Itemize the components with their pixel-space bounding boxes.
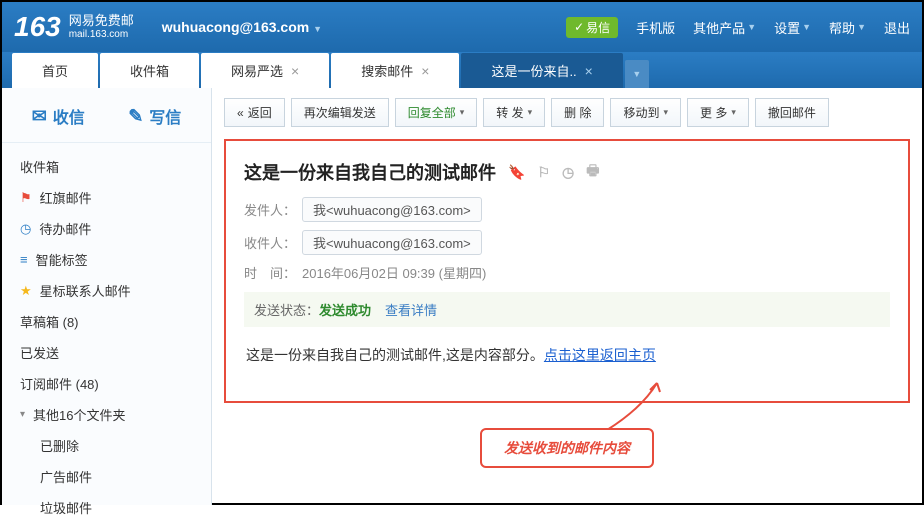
folder-other[interactable]: ▾其他16个文件夹 (2, 399, 211, 430)
tab-inbox[interactable]: 收件箱 (100, 53, 199, 88)
folder-todo[interactable]: ◷待办邮件 (2, 213, 211, 244)
tab-current[interactable]: 这是一份来自..× (461, 53, 622, 88)
user-email[interactable]: wuhuacong@163.com ▼ (162, 19, 322, 35)
chevron-down-icon: ▾ (20, 409, 25, 420)
tab-bar: 首页 收件箱 网易严选× 搜索邮件× 这是一份来自..× ▼ (2, 52, 922, 88)
reedit-button[interactable]: 再次编辑发送 (291, 98, 389, 127)
mail-container: 这是一份来自我自己的测试邮件 🔖 ⚐ ◷ 🖶 发件人：我<wuhuacong@1… (224, 139, 910, 403)
folder-ad[interactable]: 广告邮件 (2, 461, 211, 492)
logo-text: 网易免费邮 mail.163.com (69, 13, 134, 41)
to-row: 收件人：我<wuhuacong@163.com> (244, 230, 890, 255)
close-icon[interactable]: × (585, 63, 593, 79)
settings-link[interactable]: 设置 ▼ (774, 18, 811, 37)
star-icon: ★ (20, 283, 32, 299)
from-row: 发件人：我<wuhuacong@163.com> (244, 197, 890, 222)
receive-button[interactable]: ✉收信 (32, 104, 85, 128)
logout-link[interactable]: 退出 (884, 18, 910, 37)
annotation-box: 发送收到的邮件内容 (480, 428, 654, 468)
forward-button[interactable]: 转 发 ▾ (483, 98, 545, 127)
to-address[interactable]: 我<wuhuacong@163.com> (302, 230, 482, 255)
tab-yanxuan[interactable]: 网易严选× (201, 53, 329, 88)
status-detail-link[interactable]: 查看详情 (385, 300, 437, 319)
tab-home[interactable]: 首页 (12, 53, 98, 88)
more-button[interactable]: 更 多 ▾ (687, 98, 749, 127)
app-header: 163 网易免费邮 mail.163.com wuhuacong@163.com… (2, 2, 922, 52)
help-link[interactable]: 帮助 ▼ (829, 18, 866, 37)
flag-icon: ⚑ (20, 190, 32, 206)
close-icon[interactable]: × (291, 63, 299, 79)
back-button[interactable]: « 返回 (224, 98, 285, 127)
products-link[interactable]: 其他产品 ▼ (693, 18, 756, 37)
from-address[interactable]: 我<wuhuacong@163.com> (302, 197, 482, 222)
time-row: 时 间：2016年06月02日 09:39 (星期四) (244, 263, 890, 282)
compose-icon: ✎ (128, 106, 143, 127)
folder-smart[interactable]: ≡智能标签 (2, 244, 211, 275)
yixin-link[interactable]: ✓ 易信 (566, 17, 618, 38)
folder-draft[interactable]: 草稿箱 (8) (2, 306, 211, 337)
tab-expand-button[interactable]: ▼ (625, 60, 649, 88)
folder-inbox[interactable]: 收件箱 (2, 151, 211, 182)
replyall-button[interactable]: 回复全部 ▾ (395, 98, 478, 127)
recall-button[interactable]: 撤回邮件 (755, 98, 829, 127)
folder-star[interactable]: ★星标联系人邮件 (2, 275, 211, 306)
folder-flag[interactable]: ⚑红旗邮件 (2, 182, 211, 213)
tab-search[interactable]: 搜索邮件× (331, 53, 459, 88)
close-icon[interactable]: × (421, 63, 429, 79)
send-status: 发送状态：发送成功 查看详情 (244, 292, 890, 327)
logo-number: 163 (14, 11, 61, 43)
folder-subscribe[interactable]: 订阅邮件 (48) (2, 368, 211, 399)
folder-deleted[interactable]: 已删除 (2, 430, 211, 461)
folder-spam[interactable]: 垃圾邮件 (2, 492, 211, 523)
print-icon[interactable]: 🖶 (586, 160, 599, 184)
bookmark-icon[interactable]: 🔖 (508, 164, 525, 181)
return-home-link[interactable]: 点击这里返回主页 (544, 347, 656, 363)
sidebar: ✉收信 ✎写信 收件箱 ⚑红旗邮件 ◷待办邮件 ≡智能标签 ★星标联系人邮件 草… (2, 88, 212, 505)
tag-icon: ≡ (20, 252, 28, 267)
mail-subject: 这是一份来自我自己的测试邮件 🔖 ⚐ ◷ 🖶 (244, 159, 890, 185)
clock-icon: ◷ (20, 221, 31, 237)
receive-icon: ✉ (32, 106, 47, 127)
moveto-button[interactable]: 移动到 ▾ (610, 98, 681, 127)
header-nav: ✓ 易信 手机版 其他产品 ▼ 设置 ▼ 帮助 ▼ 退出 (566, 17, 910, 38)
folder-sent[interactable]: 已发送 (2, 337, 211, 368)
mail-body: 这是一份来自我自己的测试邮件,这是内容部分。点击这里返回主页 (244, 327, 890, 383)
delete-button[interactable]: 删 除 (551, 98, 604, 127)
clock-outline-icon[interactable]: ◷ (562, 164, 574, 181)
compose-button[interactable]: ✎写信 (128, 104, 181, 128)
flag-outline-icon[interactable]: ⚐ (537, 164, 550, 181)
mail-toolbar: « 返回 再次编辑发送 回复全部 ▾ 转 发 ▾ 删 除 移动到 ▾ 更 多 ▾… (224, 98, 910, 127)
mobile-link[interactable]: 手机版 (636, 18, 675, 37)
